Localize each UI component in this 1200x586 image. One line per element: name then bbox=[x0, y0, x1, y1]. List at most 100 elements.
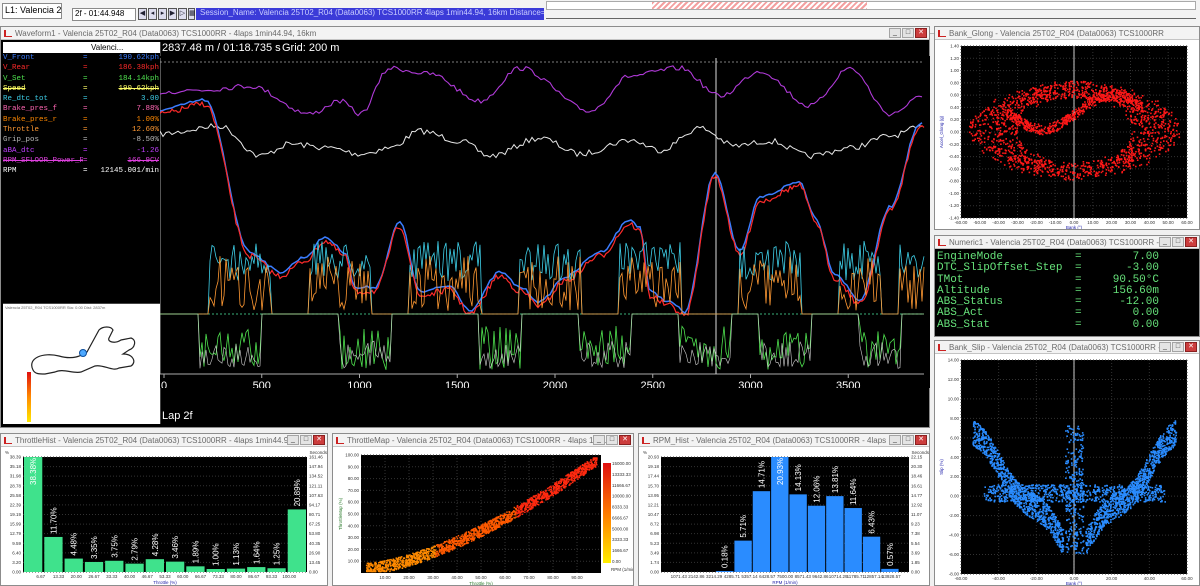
scatter-point bbox=[1077, 96, 1080, 98]
legend-channel-row[interactable]: RPM = 12145.001/min bbox=[3, 166, 160, 176]
scatter-point bbox=[1045, 163, 1047, 165]
scatter-point bbox=[1077, 512, 1079, 515]
next-lap-button[interactable]: ▶ bbox=[168, 8, 177, 20]
scatter-point bbox=[1155, 484, 1158, 487]
legend-channel-row[interactable]: Brake_pres_f = 7.88% bbox=[3, 104, 160, 114]
legend-channel-row[interactable]: Grip_pos = -8.50% bbox=[3, 135, 160, 145]
numeric-minimize-button[interactable]: _ bbox=[1159, 237, 1171, 247]
numeric-titlebar[interactable]: Numeric1 - Valencia 25T02_R04 (Data0063)… bbox=[935, 236, 1199, 249]
x-tick-label: 60.00 bbox=[1181, 220, 1193, 225]
scatter-point bbox=[1083, 92, 1086, 95]
scatter-point bbox=[987, 499, 990, 502]
scatter-point bbox=[1022, 162, 1025, 165]
scatter-point bbox=[1151, 135, 1153, 137]
scatter-point bbox=[1076, 81, 1078, 83]
legend-channel-row[interactable]: V_Set = 184.14kph bbox=[3, 74, 160, 84]
scatter-point bbox=[1063, 117, 1066, 119]
minimize-button[interactable]: _ bbox=[889, 28, 901, 38]
scatter-point bbox=[1083, 110, 1085, 113]
grid-icon[interactable]: ▦ bbox=[188, 8, 196, 20]
scatter-point bbox=[1154, 132, 1157, 134]
legend-channel-row[interactable]: aBA_dtc = -1.26 bbox=[3, 146, 160, 156]
close-button[interactable]: ✕ bbox=[915, 28, 927, 38]
waveform-plot[interactable]: 0 500 1000 1500 2000 2500 3000 3500 bbox=[160, 56, 930, 388]
scatter-point bbox=[1158, 460, 1160, 462]
scatter-point bbox=[1076, 489, 1078, 491]
scatter-point bbox=[1163, 448, 1165, 450]
scatter-point bbox=[1048, 166, 1051, 169]
scatter-point bbox=[1133, 492, 1136, 495]
legend-channel-row[interactable]: Brake_pres_r = 1.00% bbox=[3, 115, 160, 125]
scatter-point bbox=[980, 449, 982, 452]
scatter-point bbox=[1078, 551, 1080, 554]
track-map[interactable]: Valencia 25T02_R04 TCS1000RR Sta: 0.00 D… bbox=[3, 304, 161, 424]
scatter-point bbox=[1169, 121, 1172, 123]
scatter-point bbox=[1049, 525, 1052, 527]
scatter-point bbox=[1073, 457, 1076, 459]
scatter-point bbox=[1131, 481, 1134, 484]
slip-maximize-button[interactable]: □ bbox=[1172, 342, 1184, 352]
scatter-point bbox=[1077, 498, 1080, 501]
slip-close-button[interactable]: ✕ bbox=[1185, 342, 1197, 352]
legend-channel-row[interactable]: RPM_SFLOOR_Power_RF-f=166.9CV bbox=[3, 156, 160, 166]
scatter-point bbox=[1112, 492, 1114, 495]
legend-channel-row[interactable]: Speed = 190.62kph bbox=[3, 84, 160, 94]
scatter-point bbox=[1154, 127, 1157, 129]
scatter-point bbox=[1170, 440, 1173, 442]
numeric-close-button[interactable]: ✕ bbox=[1185, 237, 1197, 247]
legend-channel-row[interactable]: V_Rear = 186.38kph bbox=[3, 63, 160, 73]
scatter-point bbox=[1141, 496, 1143, 498]
prev-lap-button[interactable]: ◀ bbox=[138, 8, 147, 20]
scatter-point bbox=[1036, 159, 1039, 162]
legend-channel-row[interactable]: V_Front = 190.62kph bbox=[3, 53, 160, 63]
channel-eq: = bbox=[83, 146, 88, 155]
slip-minimize-button[interactable]: _ bbox=[1159, 342, 1171, 352]
numeric-maximize-button[interactable]: □ bbox=[1172, 237, 1184, 247]
scatter-point bbox=[987, 491, 990, 494]
scatter-point bbox=[1068, 162, 1071, 165]
scatter-point bbox=[1006, 116, 1009, 118]
bank-slip-plot[interactable]: 14.0012.0010.008.006.004.002.000.00-2.00… bbox=[935, 354, 1200, 586]
scatter-point bbox=[1027, 93, 1030, 96]
scatter-point bbox=[984, 436, 986, 439]
scatter-point bbox=[1086, 498, 1089, 501]
scatter-point bbox=[1128, 92, 1130, 95]
scatter-point bbox=[1020, 105, 1023, 108]
scatter-point bbox=[1001, 106, 1003, 108]
scatter-point bbox=[1050, 170, 1052, 173]
scatter-point bbox=[1004, 473, 1006, 476]
scatter-point bbox=[1141, 490, 1143, 493]
scatter-point bbox=[1030, 158, 1033, 161]
scatter-point bbox=[1028, 486, 1030, 489]
scatter-point bbox=[1104, 503, 1107, 506]
legend-channel-row[interactable]: Throttle = 12.60% bbox=[3, 125, 160, 135]
bank-glong-titlebar[interactable]: Bank_Glong - Valencia 25T02_R04 (Data006… bbox=[935, 27, 1199, 40]
scatter-point bbox=[1090, 530, 1093, 532]
bank-slip-titlebar[interactable]: Bank_Slip - Valencia 25T02_R04 (Data0063… bbox=[935, 341, 1199, 354]
x-tick-label: 30.00 bbox=[1125, 220, 1137, 225]
waveform-titlebar[interactable]: Waveform1 - Valencia 25T02_R04 (Data0063… bbox=[1, 27, 929, 40]
scatter-point bbox=[1063, 165, 1065, 167]
scatter-point bbox=[1050, 175, 1052, 178]
scatter-point bbox=[1172, 434, 1175, 436]
step-forward-button[interactable]: ▸ bbox=[158, 8, 167, 20]
x-tick-label: 2000 bbox=[543, 380, 567, 388]
scatter-point bbox=[1019, 106, 1021, 109]
scatter-point bbox=[1044, 492, 1047, 494]
lap-selector[interactable]: 2f - 01:44.948 bbox=[72, 8, 136, 21]
step-back-button[interactable]: ◂ bbox=[148, 8, 157, 20]
bank-glong-plot[interactable]: 1.401.201.000.800.600.400.200.00-0.20-0.… bbox=[935, 40, 1200, 230]
maximize-button[interactable]: □ bbox=[902, 28, 914, 38]
scatter-point bbox=[1068, 166, 1070, 169]
timeline-scrollbar[interactable] bbox=[546, 1, 1196, 10]
legend-channel-row[interactable]: Re_dtc_tot = 3.00 bbox=[3, 94, 160, 104]
scatter-point bbox=[998, 155, 1001, 157]
session-combo[interactable]: L1: Valencia 25T bbox=[2, 3, 62, 19]
scatter-point bbox=[1010, 156, 1012, 158]
scatter-point bbox=[1115, 156, 1118, 159]
scatter-point bbox=[1099, 527, 1101, 529]
play-button[interactable]: ▷ bbox=[178, 8, 187, 20]
scatter-point bbox=[1101, 494, 1104, 497]
scatter-point bbox=[1096, 490, 1098, 492]
scatter-point bbox=[1049, 491, 1052, 493]
